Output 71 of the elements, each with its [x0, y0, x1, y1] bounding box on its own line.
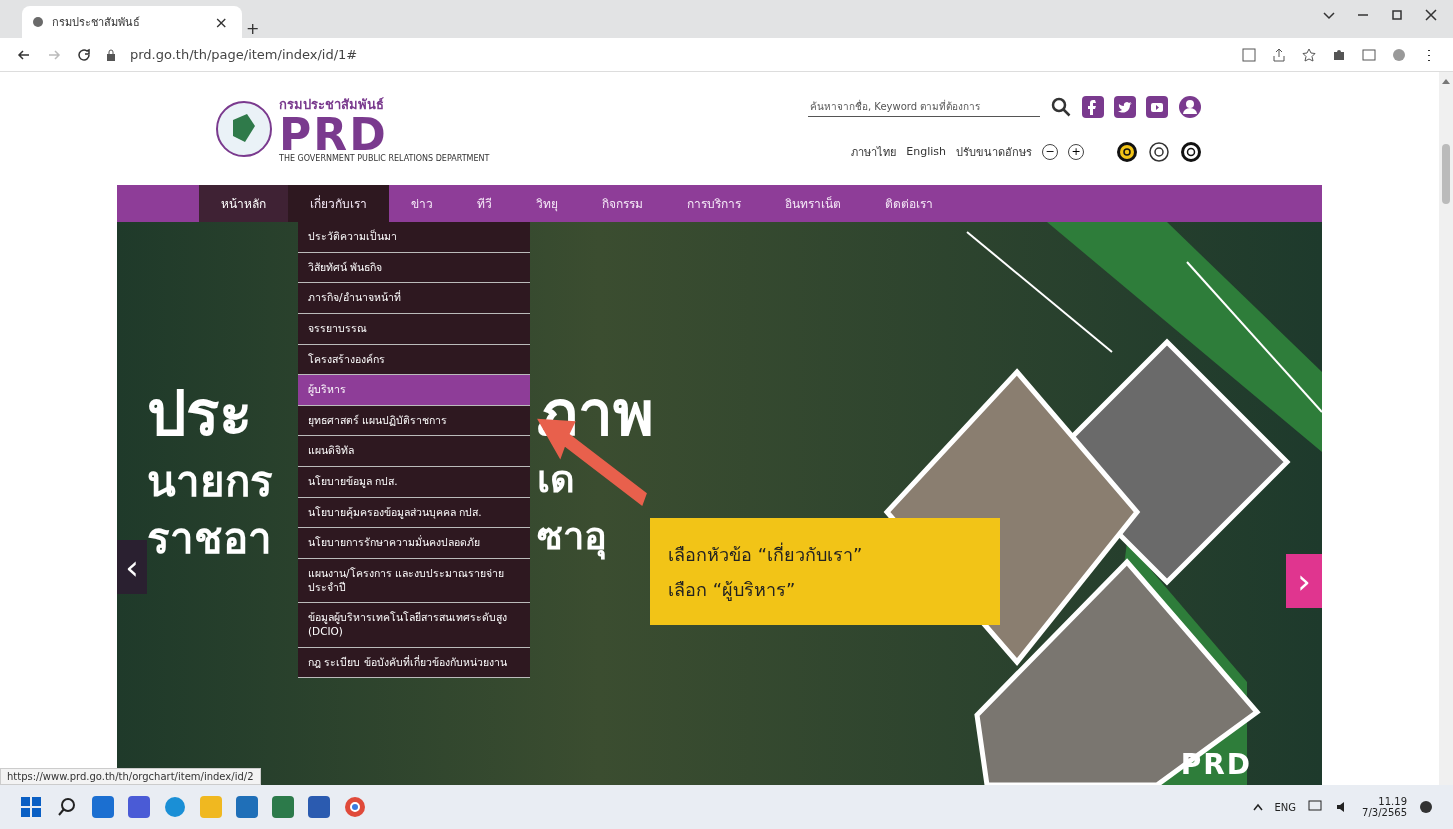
decrease-font-button[interactable]: −	[1042, 143, 1058, 160]
nav-link[interactable]: ข่าว	[389, 185, 455, 222]
default-contrast-icon[interactable]	[1148, 140, 1170, 163]
dropdown-menu-item[interactable]: ประวัติความเป็นมา	[298, 222, 530, 253]
dropdown-menu-item[interactable]: ข้อมูลผู้บริหารเทคโนโลยีสารสนเทศระดับสูง (DCIO)	[298, 603, 530, 648]
user-icon[interactable]	[1178, 94, 1202, 119]
dropdown-menu-item[interactable]: แผนดิจิทัล	[298, 436, 530, 468]
scroll-up-icon[interactable]	[1442, 78, 1450, 84]
thai-language-link[interactable]: ภาษาไทย	[851, 142, 897, 161]
dropdown-menu-item[interactable]: นโยบายข้อมูล กปส.	[298, 467, 530, 498]
clock-date[interactable]: 7/3/2565	[1362, 807, 1407, 818]
dropdown-menu-item[interactable]: ผู้บริหาร	[298, 375, 530, 406]
reload-icon[interactable]	[76, 46, 92, 63]
dropdown-menu-item[interactable]: กฎ ระเบียบ ข้อบังคับที่เกี่ยวข้องกับหน่วยงาน	[298, 647, 530, 679]
logo-english-name: THE GOVERNMENT PUBLIC RELATIONS DEPARTMENT	[279, 154, 490, 164]
nav-link[interactable]: อินทราเน็ต	[763, 185, 863, 222]
dropdown-menu-item[interactable]: นโยบายคุ้มครองข้อมูลส่วนบุคคล กปส.	[298, 497, 530, 529]
close-tab-button[interactable]: ×	[210, 12, 232, 32]
browser-tab[interactable]: กรมประชาสัมพันธ์ ×	[22, 6, 242, 38]
emblem-logo-icon	[215, 99, 273, 158]
star-icon[interactable]	[1301, 46, 1317, 63]
english-language-link[interactable]: English	[906, 145, 946, 158]
close-icon[interactable]	[1423, 7, 1439, 23]
address-bar[interactable]: prd.go.th/th/page/item/index/id/1#	[130, 47, 358, 62]
search-field[interactable]: ค้นหาจากชื่อ, Keyword ตามที่ต้องการ	[808, 96, 1040, 117]
nav-link[interactable]: ติดต่อเรา	[863, 185, 955, 222]
logo-wordmark: PRD	[279, 114, 389, 155]
lock-icon	[106, 48, 116, 61]
headline-text: นายกร	[147, 457, 274, 508]
increase-font-button[interactable]: +	[1068, 143, 1084, 160]
input-language[interactable]: ENG	[1274, 801, 1297, 813]
video-icon[interactable]	[1146, 95, 1168, 118]
nav-link[interactable]: เกี่ยวกับเรา	[288, 185, 389, 222]
callout-text: เลือก “ผู้บริหาร”	[668, 577, 797, 603]
font-size-label: ปรับขนาดอักษร	[956, 144, 1032, 161]
search-icon[interactable]	[56, 796, 78, 818]
search-icon[interactable]	[1050, 95, 1072, 118]
next-slide-button[interactable]: ›	[1286, 554, 1322, 608]
clock-time[interactable]: 11.19	[1378, 796, 1407, 807]
headline-text: ราชอา	[147, 513, 273, 565]
dropdown-menu-item[interactable]: จรรยาบรรณ	[298, 313, 530, 345]
headline-text: ซาอุ	[537, 513, 607, 562]
bird-icon[interactable]	[1114, 95, 1136, 118]
nav-link[interactable]: วิทยุ	[514, 185, 580, 222]
tab-title: กรมประชาสัมพันธ์	[52, 15, 141, 31]
previous-slide-button[interactable]: ‹	[117, 540, 147, 594]
high-contrast-icon[interactable]	[1116, 140, 1138, 163]
dropdown-menu-item[interactable]: ภารกิจ/อำนาจหน้าที่	[298, 283, 530, 314]
dropdown-menu-item[interactable]: แผนงาน/โครงการ และงบประมาณรายจ่ายประจำปี	[298, 559, 530, 604]
maximize-icon[interactable]	[1389, 7, 1405, 23]
nav-link[interactable]: กิจกรรม	[580, 185, 665, 222]
headline-text: เด	[537, 457, 575, 504]
nav-link[interactable]: หน้าหลัก	[199, 185, 288, 222]
share-icon[interactable]	[1271, 46, 1287, 63]
nav-link[interactable]: ทีวี	[455, 185, 514, 222]
scrollbar-thumb[interactable]	[1442, 144, 1450, 204]
status-url: https://www.prd.go.th/th/orgchart/item/index/id/2	[0, 768, 261, 785]
facebook-icon[interactable]	[1082, 95, 1104, 118]
new-tab-button[interactable]: +	[242, 19, 264, 38]
dropdown-menu-item[interactable]: วิสัยทัศน์ พันธกิจ	[298, 252, 530, 284]
windows-start-icon[interactable]	[20, 796, 42, 818]
dropdown-menu-item[interactable]: นโยบายการรักษาความมั่นคงปลอดภัย	[298, 528, 530, 560]
logo-thai-name: กรมประชาสัมพันธ์	[279, 95, 385, 114]
inverted-contrast-icon[interactable]	[1180, 140, 1202, 163]
nav-link[interactable]: การบริการ	[665, 185, 763, 222]
dropdown-menu-item[interactable]: ยุทธศาสตร์ แผนปฏิบัติราชการ	[298, 405, 530, 437]
callout-text: เลือกหัวข้อ “เกี่ยวกับเรา”	[668, 541, 864, 567]
headline-text: ประ	[147, 377, 253, 452]
site-favicon-icon	[32, 16, 44, 28]
caret-up-icon[interactable]	[1252, 803, 1263, 811]
chrome-icon[interactable]	[344, 796, 366, 818]
